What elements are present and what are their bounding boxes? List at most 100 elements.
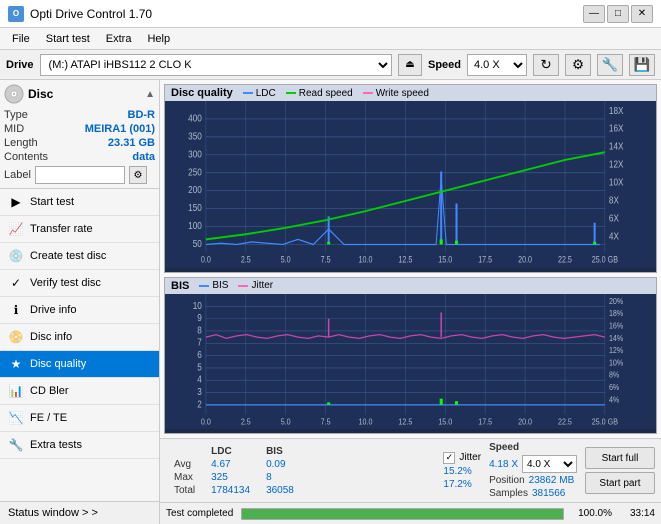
- svg-text:12%: 12%: [609, 345, 623, 355]
- disc-contents-row: Contents data: [4, 150, 155, 164]
- svg-text:3: 3: [197, 386, 202, 397]
- menu-bar: File Start test Extra Help: [0, 28, 661, 50]
- svg-text:10X: 10X: [609, 177, 624, 188]
- sidebar-item-start-test[interactable]: ▶ Start test: [0, 189, 159, 216]
- speed-avg-value: 4.18 X: [489, 459, 518, 470]
- jitter-legend-dot: [238, 285, 248, 287]
- svg-text:12X: 12X: [609, 159, 624, 170]
- settings-button1[interactable]: ⚙: [565, 54, 591, 76]
- left-panel: Disc ▲ Type BD-R MID MEIRA1 (001) Length…: [0, 80, 160, 524]
- svg-text:20%: 20%: [609, 296, 623, 306]
- jitter-max-row: 17.2%: [443, 479, 481, 490]
- sidebar-item-disc-info[interactable]: 📀 Disc info: [0, 324, 159, 351]
- disc-info-nav-icon: 📀: [8, 329, 24, 345]
- settings-button2[interactable]: 🔧: [597, 54, 623, 76]
- disc-section-title: Disc: [28, 87, 53, 101]
- sidebar-item-drive-info[interactable]: ℹ Drive info: [0, 297, 159, 324]
- start-part-button[interactable]: Start part: [585, 472, 655, 494]
- top-chart-svg: 400 350 300 250 200 150 100 50 18X 16X 1…: [165, 101, 656, 268]
- sidebar-item-disc-quality[interactable]: ★ Disc quality: [0, 351, 159, 378]
- jitter-legend-label: Jitter: [251, 280, 273, 291]
- main-content: Disc quality LDC Read speed Write speed: [160, 80, 661, 524]
- write-speed-legend-dot: [363, 92, 373, 94]
- total-bis-value: 36058: [258, 484, 302, 497]
- eject-button[interactable]: ⏏: [398, 54, 422, 76]
- drive-select[interactable]: (M:) ATAPI iHBS112 2 CLO K: [40, 54, 392, 76]
- svg-text:4%: 4%: [609, 394, 619, 404]
- jitter-avg-value: 15.2%: [443, 466, 471, 477]
- menu-extra[interactable]: Extra: [98, 31, 140, 47]
- minimize-button[interactable]: —: [583, 5, 605, 23]
- top-chart-body: 400 350 300 250 200 150 100 50 18X 16X 1…: [165, 101, 656, 268]
- sidebar-item-verify-test-disc[interactable]: ✓ Verify test disc: [0, 270, 159, 297]
- read-speed-legend-label: Read speed: [299, 88, 353, 99]
- menu-file[interactable]: File: [4, 31, 38, 47]
- disc-type-label: Type: [4, 109, 28, 121]
- bottom-chart-title: BIS: [171, 280, 189, 292]
- samples-value: 381566: [532, 488, 565, 499]
- svg-text:22.5: 22.5: [558, 416, 572, 426]
- main-layout: Disc ▲ Type BD-R MID MEIRA1 (001) Length…: [0, 80, 661, 524]
- svg-text:20.0: 20.0: [518, 255, 532, 265]
- svg-text:7.5: 7.5: [321, 255, 331, 265]
- svg-text:15.0: 15.0: [438, 255, 452, 265]
- position-value: 23862 MB: [529, 475, 575, 486]
- svg-text:10%: 10%: [609, 357, 623, 367]
- svg-text:6X: 6X: [609, 213, 619, 224]
- max-ldc-value: 325: [203, 471, 258, 484]
- menu-help[interactable]: Help: [139, 31, 178, 47]
- jitter-max-value: 17.2%: [443, 479, 471, 490]
- bottom-chart-panel: BIS BIS Jitter: [164, 277, 657, 434]
- samples-label: Samples: [489, 488, 528, 499]
- jitter-checkbox[interactable]: ✓: [443, 452, 455, 464]
- svg-text:9: 9: [197, 312, 202, 323]
- speed-select[interactable]: 4.0 X 1.0 X 2.0 X 8.0 X: [467, 54, 527, 76]
- sidebar-item-cd-bler[interactable]: 📊 CD Bler: [0, 378, 159, 405]
- jitter-section: ✓ Jitter 15.2% 17.2%: [443, 452, 481, 490]
- svg-text:14%: 14%: [609, 333, 623, 343]
- drive-info-icon: ℹ: [8, 302, 24, 318]
- svg-text:22.5: 22.5: [558, 255, 572, 265]
- cd-bler-icon: 📊: [8, 383, 24, 399]
- disc-length-label: Length: [4, 137, 38, 149]
- svg-text:14X: 14X: [609, 141, 624, 152]
- sidebar-item-create-test-disc[interactable]: 💿 Create test disc: [0, 243, 159, 270]
- top-chart-panel: Disc quality LDC Read speed Write speed: [164, 84, 657, 273]
- status-window-button[interactable]: Status window > >: [0, 501, 159, 524]
- menu-start-test[interactable]: Start test: [38, 31, 98, 47]
- sidebar-item-label-drive-info: Drive info: [30, 304, 76, 316]
- sidebar-item-label-start-test: Start test: [30, 196, 74, 208]
- sidebar-item-label-extra-tests: Extra tests: [30, 439, 82, 451]
- avg-ldc-value: 4.67: [203, 458, 258, 471]
- speed-display-select[interactable]: 4.0 X: [522, 455, 577, 473]
- speed-header-row: Speed: [489, 442, 577, 453]
- bottom-chart-header: BIS BIS Jitter: [165, 278, 656, 294]
- sidebar-item-fe-te[interactable]: 📉 FE / TE: [0, 405, 159, 432]
- legend-read-speed: Read speed: [286, 88, 353, 99]
- svg-text:16%: 16%: [609, 320, 623, 330]
- svg-text:25.0 GB: 25.0 GB: [592, 255, 618, 265]
- disc-info-section: Disc ▲ Type BD-R MID MEIRA1 (001) Length…: [0, 80, 159, 189]
- refresh-button[interactable]: ↻: [533, 54, 559, 76]
- save-button[interactable]: 💾: [629, 54, 655, 76]
- disc-expand-icon[interactable]: ▲: [145, 89, 155, 100]
- close-button[interactable]: ✕: [631, 5, 653, 23]
- disc-mid-label: MID: [4, 123, 24, 135]
- disc-label-input[interactable]: [35, 166, 125, 184]
- sidebar-item-transfer-rate[interactable]: 📈 Transfer rate: [0, 216, 159, 243]
- status-window-label: Status window > >: [8, 507, 98, 519]
- fe-te-icon: 📉: [8, 410, 24, 426]
- svg-text:25.0 GB: 25.0 GB: [592, 416, 618, 426]
- start-full-button[interactable]: Start full: [585, 447, 655, 469]
- max-bis-value: 8: [258, 471, 302, 484]
- nav-items: ▶ Start test 📈 Transfer rate 💿 Create te…: [0, 189, 159, 501]
- bottom-toolbar: LDC BIS Avg 4.67 0.09 Max 325 8 Total: [160, 438, 661, 502]
- write-speed-legend-label: Write speed: [376, 88, 429, 99]
- chart-area: Disc quality LDC Read speed Write speed: [160, 80, 661, 438]
- stats-table: LDC BIS Avg 4.67 0.09 Max 325 8 Total: [166, 445, 435, 497]
- sidebar-item-extra-tests[interactable]: 🔧 Extra tests: [0, 432, 159, 459]
- disc-label-btn[interactable]: ⚙: [129, 166, 147, 184]
- status-bar: Test completed 100.0% 33:14: [160, 502, 661, 524]
- read-speed-legend-dot: [286, 92, 296, 94]
- maximize-button[interactable]: □: [607, 5, 629, 23]
